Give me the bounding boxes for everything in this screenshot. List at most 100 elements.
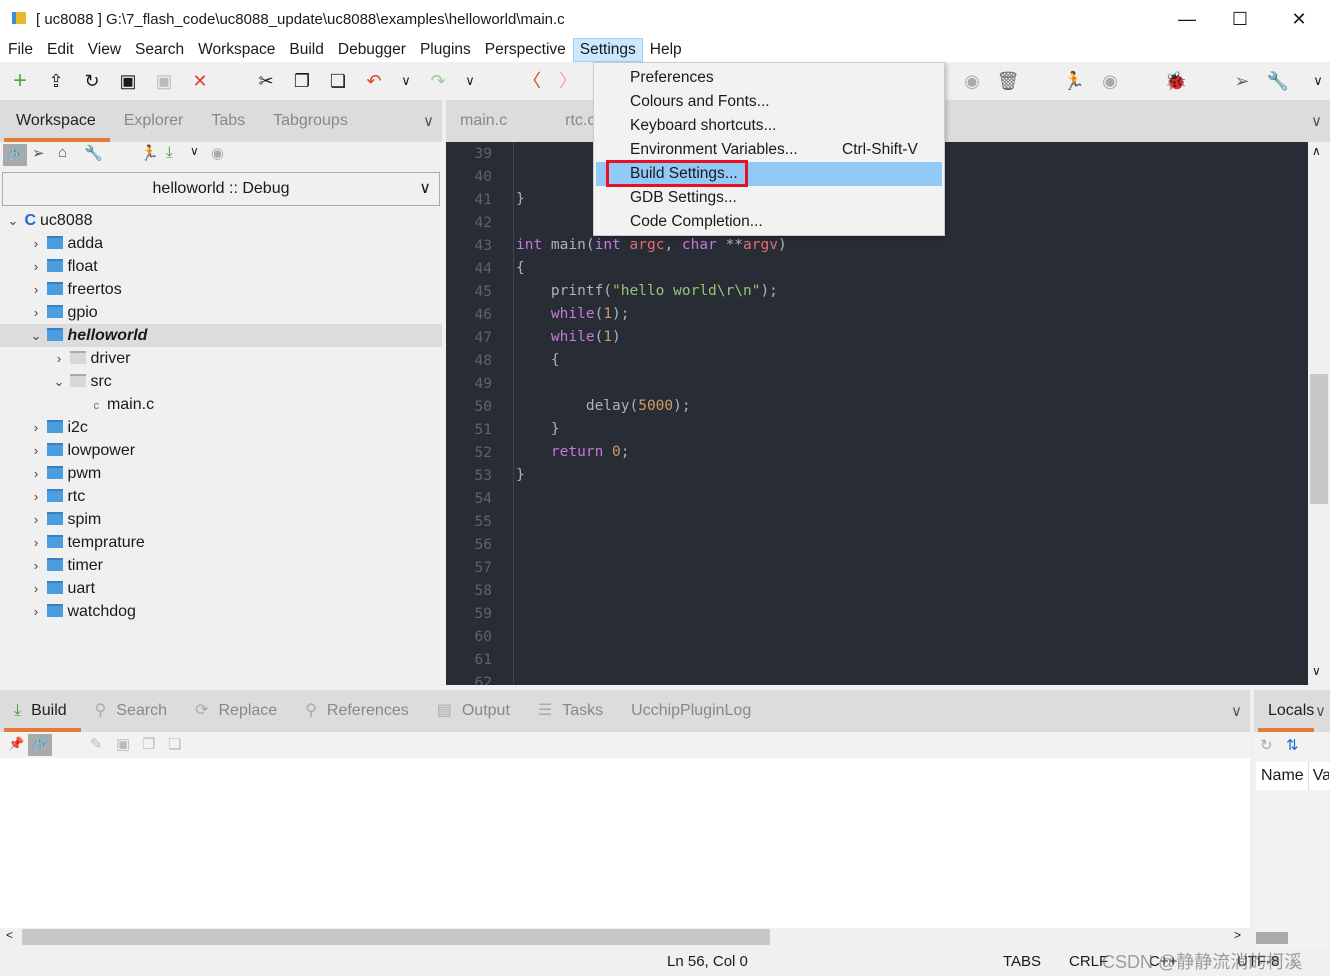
editor-tabs-dropdown-icon[interactable]: ∨ bbox=[1311, 112, 1322, 130]
upload-icon[interactable]: ⇪ bbox=[44, 70, 68, 92]
redo-icon[interactable]: ↷ bbox=[426, 70, 450, 92]
undo-icon[interactable]: ↶ bbox=[362, 70, 386, 92]
debug-bug-icon[interactable]: 🐞 bbox=[1164, 70, 1188, 92]
run-icon[interactable]: 🏃 bbox=[140, 144, 159, 162]
chevron-right-icon[interactable]: › bbox=[29, 600, 43, 623]
new-icon[interactable]: + bbox=[8, 69, 32, 93]
tab-tasks[interactable]: ☰ Tasks bbox=[524, 690, 617, 732]
menu-item-code-completion[interactable]: Code Completion... bbox=[596, 210, 942, 234]
locals-scrollbar-thumb[interactable] bbox=[1256, 932, 1288, 944]
chevron-right-icon[interactable]: › bbox=[29, 508, 43, 531]
back-icon[interactable]: 〈 bbox=[520, 70, 544, 92]
undo-dropdown-icon[interactable]: ∨ bbox=[394, 70, 418, 92]
build-config-select[interactable]: helloworld :: Debug ∨ bbox=[2, 172, 440, 206]
tab-workspace[interactable]: Workspace bbox=[0, 100, 110, 142]
trash-icon[interactable]: 🗑 bbox=[996, 70, 1020, 92]
paste-icon[interactable]: ❏ bbox=[168, 735, 181, 753]
expand-icon[interactable]: ⇅ bbox=[1286, 736, 1299, 754]
chevron-right-icon[interactable]: › bbox=[29, 554, 43, 577]
menu-edit[interactable]: Edit bbox=[40, 38, 81, 62]
chevron-right-icon[interactable]: › bbox=[29, 485, 43, 508]
scroll-right-icon[interactable]: > bbox=[1234, 928, 1241, 942]
indent-mode[interactable]: TABS bbox=[1003, 948, 1041, 976]
tree-item[interactable]: › freertos bbox=[0, 278, 442, 301]
copy-icon[interactable]: ❐ bbox=[290, 70, 314, 92]
tab-explorer[interactable]: Explorer bbox=[110, 100, 198, 142]
refresh-icon[interactable]: ↻ bbox=[1260, 736, 1273, 754]
chevron-right-icon[interactable]: › bbox=[29, 255, 43, 278]
tree-item[interactable]: › rtc bbox=[0, 485, 442, 508]
tree-item[interactable]: › i2c bbox=[0, 416, 442, 439]
tab-build[interactable]: ⤓ Build bbox=[0, 690, 81, 732]
maximize-button[interactable]: ☐ bbox=[1217, 6, 1263, 32]
tab-search[interactable]: ⚲ Search bbox=[81, 690, 181, 732]
reload-icon[interactable]: ↻ bbox=[80, 70, 104, 92]
chevron-down-icon[interactable]: ⌄ bbox=[52, 370, 66, 393]
link-editor-icon[interactable]: 🔗 bbox=[3, 144, 27, 166]
stop-debug-icon[interactable]: ◉ bbox=[1098, 70, 1122, 92]
scroll-up-icon[interactable]: ∧ bbox=[1312, 144, 1321, 158]
send-icon[interactable]: ➢ bbox=[1230, 70, 1254, 92]
clear-icon[interactable]: ✎ bbox=[90, 735, 103, 753]
tab-ucchippluginlog[interactable]: UcchipPluginLog bbox=[617, 690, 765, 732]
output-tabs-dropdown-icon[interactable]: ∨ bbox=[1231, 702, 1242, 720]
output-horizontal-scrollbar[interactable]: < > bbox=[0, 928, 1250, 946]
chevron-right-icon[interactable]: › bbox=[52, 347, 66, 370]
scroll-down-icon[interactable]: ∨ bbox=[1312, 664, 1321, 678]
wrench-icon[interactable]: 🔧 bbox=[84, 144, 103, 162]
tree-item[interactable]: › adda bbox=[0, 232, 442, 255]
minimize-button[interactable]: — bbox=[1164, 6, 1210, 32]
menu-settings[interactable]: Settings bbox=[572, 38, 643, 62]
tree-item[interactable]: › temprature bbox=[0, 531, 442, 554]
save-icon[interactable]: ▣ bbox=[116, 735, 130, 753]
save-all-icon[interactable]: ▣ bbox=[152, 70, 176, 92]
chevron-down-icon[interactable]: ⌄ bbox=[29, 324, 43, 347]
menu-perspective[interactable]: Perspective bbox=[478, 38, 573, 62]
menu-plugins[interactable]: Plugins bbox=[413, 38, 478, 62]
scrollbar-thumb[interactable] bbox=[22, 929, 770, 945]
chevron-right-icon[interactable]: › bbox=[29, 416, 43, 439]
menu-debugger[interactable]: Debugger bbox=[331, 38, 413, 62]
paste-icon[interactable]: ❏ bbox=[326, 70, 350, 92]
tab-replace[interactable]: ⟳ Replace bbox=[181, 690, 291, 732]
scroll-left-icon[interactable]: < bbox=[6, 928, 13, 942]
menu-item-keyboard-shortcuts[interactable]: Keyboard shortcuts... bbox=[596, 114, 942, 138]
tree-item[interactable]: ⌄ Cuc8088 bbox=[0, 209, 442, 232]
menu-build[interactable]: Build bbox=[282, 38, 330, 62]
chevron-right-icon[interactable]: › bbox=[29, 232, 43, 255]
chevron-right-icon[interactable]: › bbox=[29, 278, 43, 301]
close-file-icon[interactable]: ✕ bbox=[188, 70, 212, 92]
build-dropdown-icon[interactable]: ∨ bbox=[190, 144, 199, 158]
run-icon[interactable]: 🏃 bbox=[1062, 70, 1086, 92]
tabs-dropdown-icon[interactable]: ∨ bbox=[423, 112, 434, 130]
menu-item-colours-and-fonts[interactable]: Colours and Fonts... bbox=[596, 90, 942, 114]
tab-references[interactable]: ⚲ References bbox=[291, 690, 423, 732]
menu-file[interactable]: File bbox=[1, 38, 40, 62]
tree-item[interactable]: › float bbox=[0, 255, 442, 278]
home-icon[interactable]: ⌂ bbox=[58, 144, 67, 161]
link-icon[interactable]: 🔗 bbox=[28, 734, 52, 756]
stop-icon[interactable]: ◉ bbox=[960, 70, 984, 92]
menu-item-preferences[interactable]: Preferences bbox=[596, 66, 942, 90]
cut-icon[interactable]: ✂ bbox=[254, 70, 278, 92]
tree-item[interactable]: › watchdog bbox=[0, 600, 442, 623]
tree-item[interactable]: › driver bbox=[0, 347, 442, 370]
locals-dropdown-icon[interactable]: ∨ bbox=[1315, 702, 1326, 720]
menu-view[interactable]: View bbox=[81, 38, 128, 62]
toolbar-more-icon[interactable]: ∨ bbox=[1306, 70, 1330, 92]
tab-tabgroups[interactable]: Tabgroups bbox=[259, 100, 362, 142]
tab-output[interactable]: ▤ Output bbox=[423, 690, 524, 732]
close-button[interactable]: ✕ bbox=[1276, 6, 1322, 32]
tree-item[interactable]: › gpio bbox=[0, 301, 442, 324]
chevron-right-icon[interactable]: › bbox=[29, 462, 43, 485]
menu-item-gdb-settings[interactable]: GDB Settings... bbox=[596, 186, 942, 210]
build-icon[interactable]: ⤓ bbox=[166, 144, 173, 161]
chevron-right-icon[interactable]: › bbox=[29, 531, 43, 554]
tree-item[interactable]: › lowpower bbox=[0, 439, 442, 462]
forward-icon[interactable]: 〉 bbox=[556, 70, 580, 92]
redo-dropdown-icon[interactable]: ∨ bbox=[458, 70, 482, 92]
editor-vertical-scrollbar[interactable]: ∧ ∨ bbox=[1308, 142, 1330, 685]
wrench-icon[interactable]: 🔧 bbox=[1266, 70, 1290, 92]
tree-item[interactable]: ⌄ helloworld bbox=[0, 324, 442, 347]
editor-tab-main-c[interactable]: main.c bbox=[446, 100, 521, 142]
